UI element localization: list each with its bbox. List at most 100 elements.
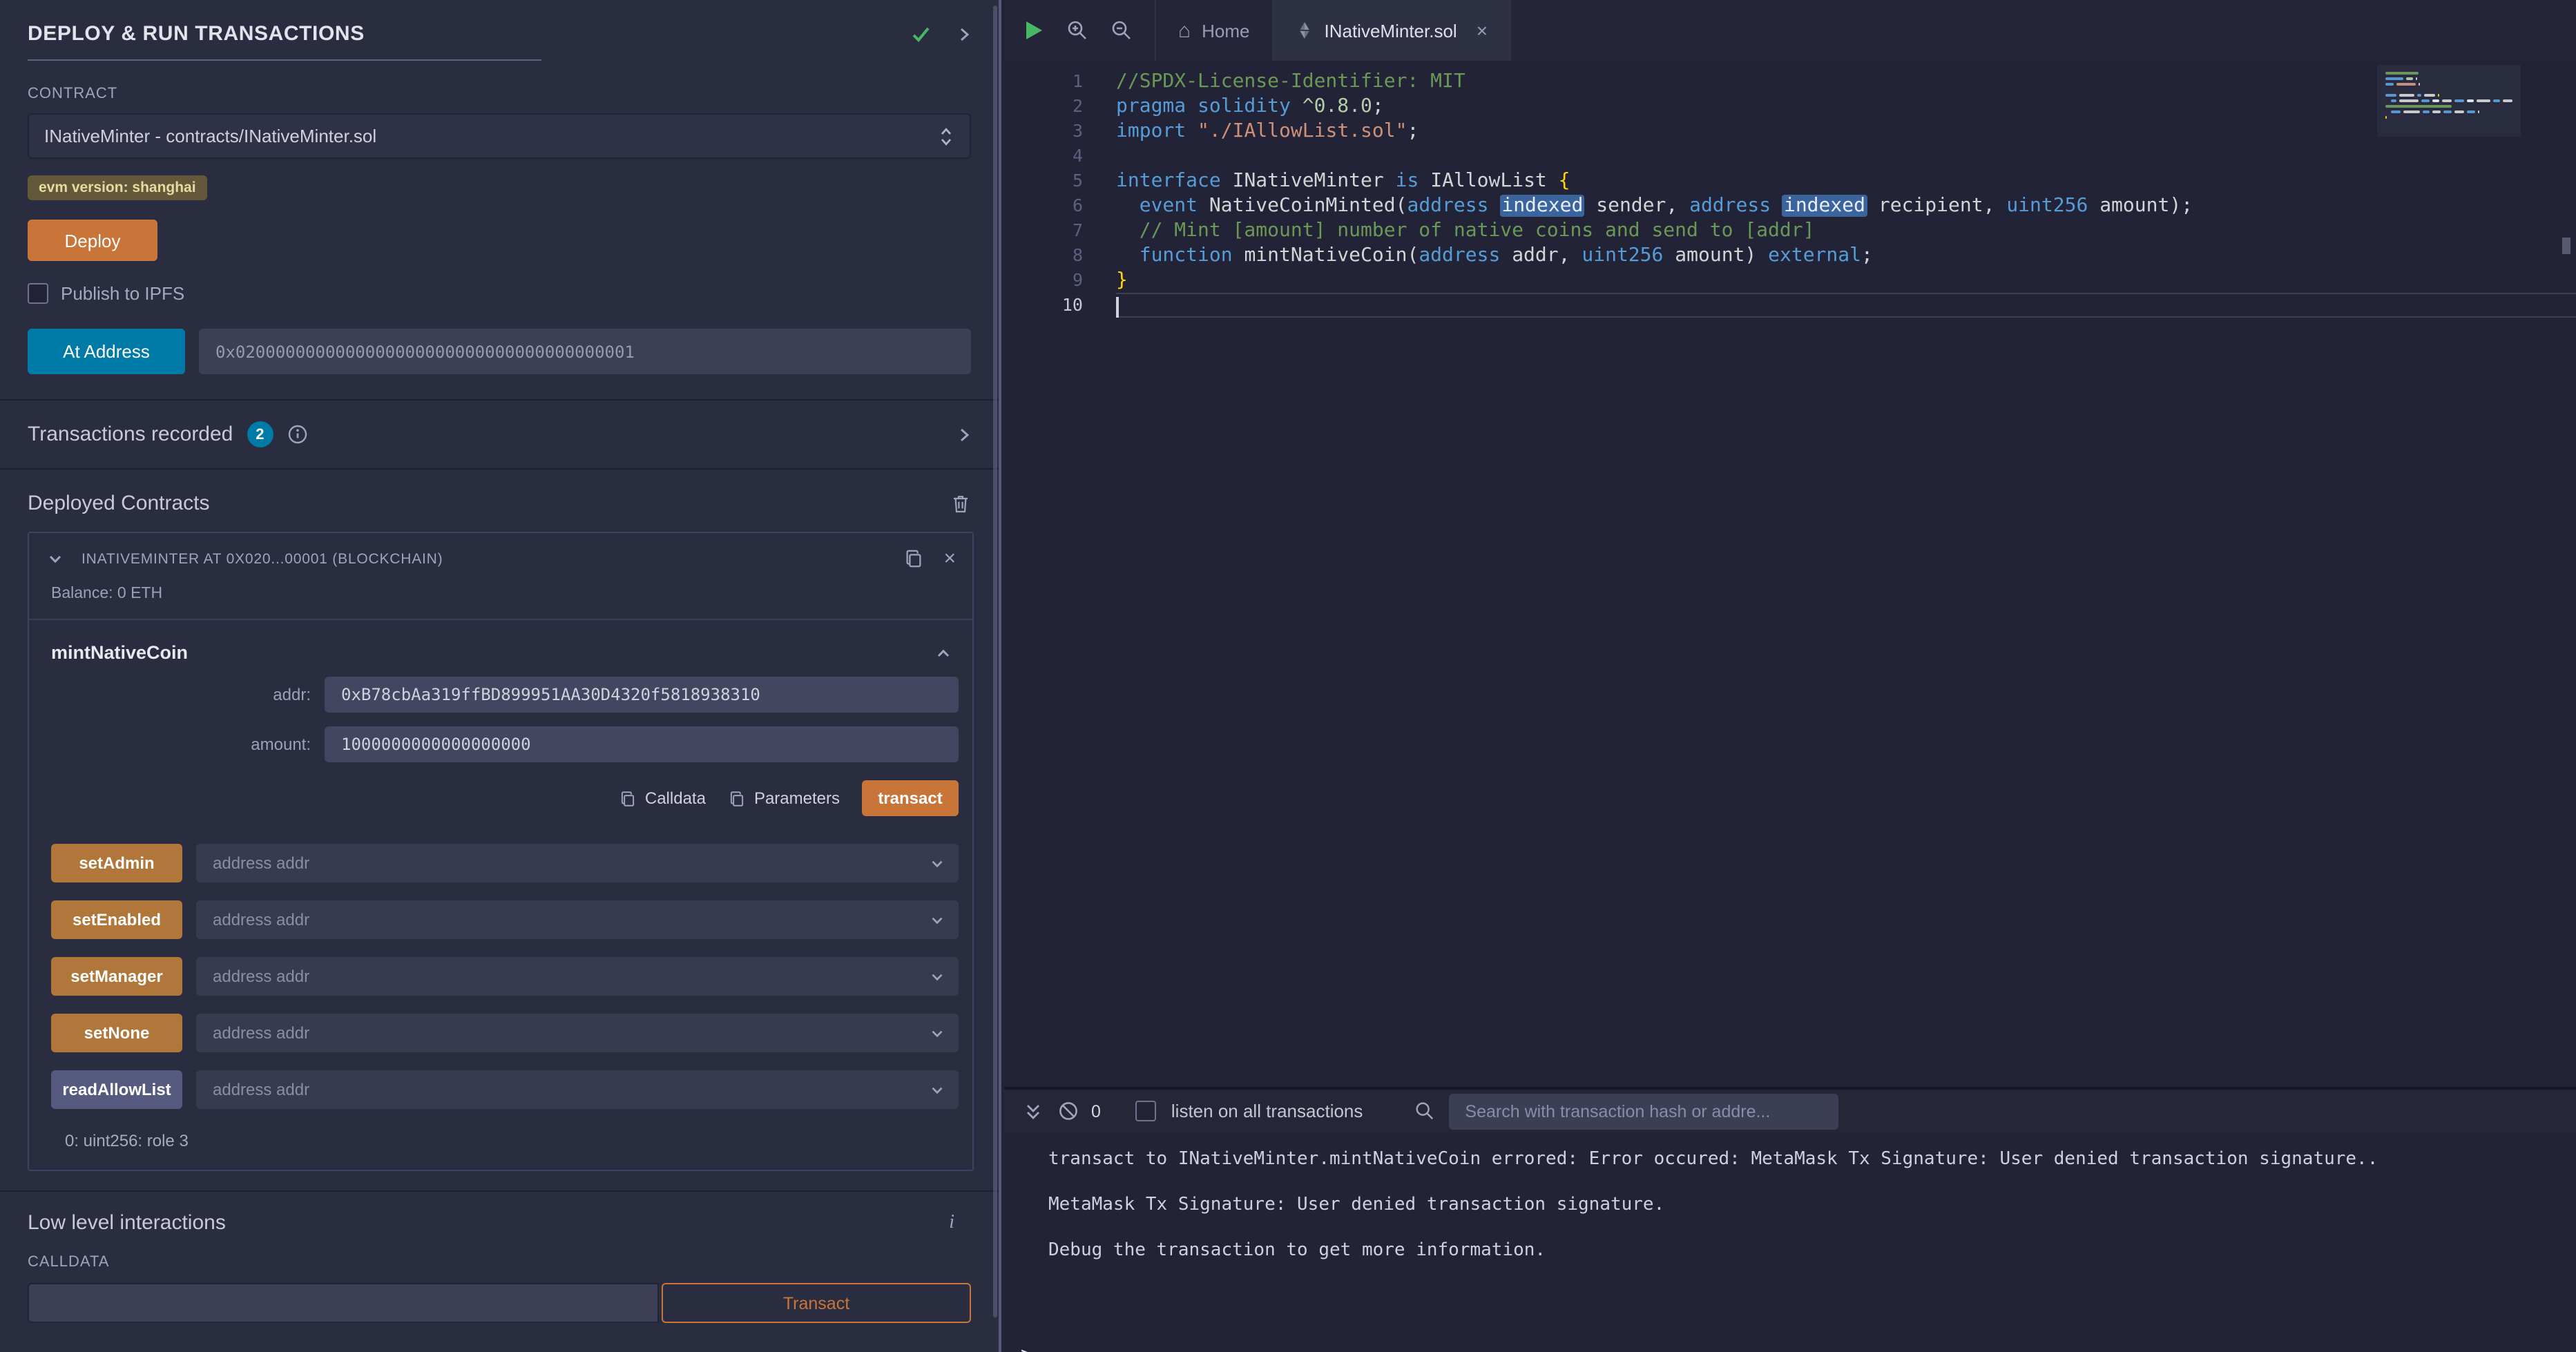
transactions-recorded-section[interactable]: Transactions recorded 2 xyxy=(0,399,999,470)
chevron-down-icon[interactable] xyxy=(928,1081,946,1099)
terminal-search-input[interactable] xyxy=(1448,1093,1838,1129)
code-editor[interactable]: 12345678910 //SPDX-License-Identifier: M… xyxy=(1004,61,2576,1087)
terminal-log-line: MetaMask Tx Signature: User denied trans… xyxy=(1048,1195,2548,1217)
line-number[interactable]: 8 xyxy=(1004,243,1083,268)
chevron-right-icon[interactable] xyxy=(954,24,974,44)
info-icon[interactable]: i xyxy=(949,1212,971,1234)
at-address-button[interactable]: At Address xyxy=(28,329,185,374)
chevron-down-icon[interactable] xyxy=(928,967,946,985)
chevron-right-icon[interactable] xyxy=(954,425,974,444)
line-number[interactable]: 7 xyxy=(1004,218,1083,243)
readAllowList-button[interactable]: readAllowList xyxy=(51,1070,182,1109)
line-number[interactable]: 4 xyxy=(1004,144,1083,168)
zoom-in-icon[interactable] xyxy=(1066,19,1088,41)
editor-scrollbar[interactable] xyxy=(2559,61,2573,1087)
tab-home[interactable]: ⌂ Home xyxy=(1155,0,1273,61)
ban-icon[interactable] xyxy=(1058,1101,1079,1121)
setAdmin-input[interactable] xyxy=(196,844,959,882)
contract-select-value: INativeMinter - contracts/INativeMinter.… xyxy=(44,126,376,146)
low-level-transact-button[interactable]: Transact xyxy=(662,1283,971,1323)
terminal-prompt[interactable]: > xyxy=(1004,1344,2576,1352)
code-line[interactable]: import "./IAllowList.sol"; xyxy=(1116,119,2576,144)
chevron-down-icon[interactable] xyxy=(928,1024,946,1042)
at-address-input[interactable] xyxy=(199,329,971,374)
chevron-down-icon[interactable] xyxy=(928,854,946,872)
setManager-button[interactable]: setManager xyxy=(51,957,182,996)
text-cursor xyxy=(1116,296,1119,317)
calldata-input[interactable] xyxy=(28,1283,659,1323)
copy-parameters-action[interactable]: Parameters xyxy=(728,789,840,808)
contract-instance-title: INATIVEMINTER AT 0X020...00001 (BLOCKCHA… xyxy=(81,550,443,567)
home-icon: ⌂ xyxy=(1178,20,1191,41)
tab-file-label: INativeMinter.sol xyxy=(1325,20,1457,41)
code-line[interactable]: pragma solidity ^0.8.0; xyxy=(1116,94,2576,119)
setEnabled-input[interactable] xyxy=(196,900,959,939)
code-lines[interactable]: //SPDX-License-Identifier: MITpragma sol… xyxy=(1116,69,2576,1087)
line-number[interactable]: 2 xyxy=(1004,94,1083,119)
readAllowList-input[interactable] xyxy=(196,1070,959,1109)
publish-ipfs-checkbox[interactable] xyxy=(28,283,48,304)
contract-instance-header[interactable]: INATIVEMINTER AT 0X020...00001 (BLOCKCHA… xyxy=(29,533,972,569)
setNone-button[interactable]: setNone xyxy=(51,1014,182,1052)
listen-transactions-label: listen on all transactions xyxy=(1171,1101,1363,1121)
tab-home-label: Home xyxy=(1202,20,1249,41)
balance-label: Balance: 0 ETH xyxy=(29,569,972,619)
terminal-toolbar: 0 listen on all transactions xyxy=(1004,1090,2576,1132)
zoom-out-icon[interactable] xyxy=(1111,19,1133,41)
code-line[interactable]: interface INativeMinter is IAllowList { xyxy=(1116,168,2576,193)
listen-transactions-checkbox[interactable] xyxy=(1135,1101,1156,1121)
remix-ide: DEPLOY & RUN TRANSACTIONS CONTRACT INati… xyxy=(0,0,2576,1352)
setNone-input[interactable] xyxy=(196,1014,959,1052)
code-line[interactable]: function mintNativeCoin(address addr, ui… xyxy=(1116,243,2576,268)
code-line[interactable]: event NativeCoinMinted(address indexed s… xyxy=(1116,193,2576,218)
line-number[interactable]: 1 xyxy=(1004,69,1083,94)
minimap-slider[interactable] xyxy=(2377,65,2521,137)
panel-resize-handle[interactable] xyxy=(999,0,1004,1352)
amount-input[interactable] xyxy=(325,726,959,762)
line-number[interactable]: 6 xyxy=(1004,193,1083,218)
copy-calldata-action[interactable]: Calldata xyxy=(619,789,706,808)
line-number[interactable]: 9 xyxy=(1004,268,1083,293)
chevron-down-icon[interactable] xyxy=(928,911,946,929)
line-numbers[interactable]: 12345678910 xyxy=(1004,69,1083,1087)
function-row: setEnabled xyxy=(51,900,959,939)
tab-inativeminter-sol[interactable]: INativeMinter.sol × xyxy=(1273,0,1512,61)
code-line[interactable]: } xyxy=(1116,268,2576,293)
setEnabled-button[interactable]: setEnabled xyxy=(51,900,182,939)
play-icon[interactable] xyxy=(1023,19,1044,41)
close-icon[interactable]: × xyxy=(1477,21,1488,40)
call-result: 0: uint256: role 3 xyxy=(65,1131,972,1150)
copy-icon xyxy=(728,789,746,807)
scrollbar-thumb[interactable] xyxy=(2562,238,2570,254)
line-number[interactable]: 5 xyxy=(1004,168,1083,193)
function-row: readAllowList xyxy=(51,1070,959,1109)
setAdmin-button[interactable]: setAdmin xyxy=(51,844,182,882)
collapse-terminal-icon[interactable] xyxy=(1023,1101,1043,1121)
transactions-recorded-label: Transactions recorded xyxy=(28,423,233,446)
contract-section: CONTRACT INativeMinter - contracts/INati… xyxy=(0,61,999,374)
addr-input[interactable] xyxy=(325,677,959,713)
code-line[interactable] xyxy=(1116,144,2576,168)
chevron-down-icon[interactable] xyxy=(46,549,65,568)
chevron-up-icon[interactable] xyxy=(934,643,953,662)
panel-scrollbar[interactable] xyxy=(993,6,997,1317)
code-line[interactable]: //SPDX-License-Identifier: MIT xyxy=(1116,69,2576,94)
contract-select[interactable]: INativeMinter - contracts/INativeMinter.… xyxy=(28,113,971,159)
deploy-button[interactable]: Deploy xyxy=(28,220,157,261)
setManager-input[interactable] xyxy=(196,957,959,996)
terminal-logs: transact to INativeMinter.mintNativeCoin… xyxy=(1004,1132,2576,1286)
evm-version-badge: evm version: shanghai xyxy=(28,175,207,200)
deploy-run-panel: DEPLOY & RUN TRANSACTIONS CONTRACT INati… xyxy=(0,0,999,1352)
trash-icon[interactable] xyxy=(950,492,971,514)
line-number[interactable]: 10 xyxy=(1004,293,1083,318)
editor-area: ⌂ Home INativeMinter.sol × 12345678910 /… xyxy=(1004,0,2576,1352)
minimap[interactable] xyxy=(2385,72,2512,127)
copy-icon[interactable] xyxy=(903,548,924,569)
transact-button[interactable]: transact xyxy=(862,780,959,816)
info-icon[interactable] xyxy=(287,424,307,445)
code-line[interactable]: // Mint [amount] number of native coins … xyxy=(1116,218,2576,243)
close-icon[interactable]: × xyxy=(943,548,956,569)
line-number[interactable]: 3 xyxy=(1004,119,1083,144)
copy-icon xyxy=(619,789,637,807)
code-line[interactable] xyxy=(1116,293,2576,318)
